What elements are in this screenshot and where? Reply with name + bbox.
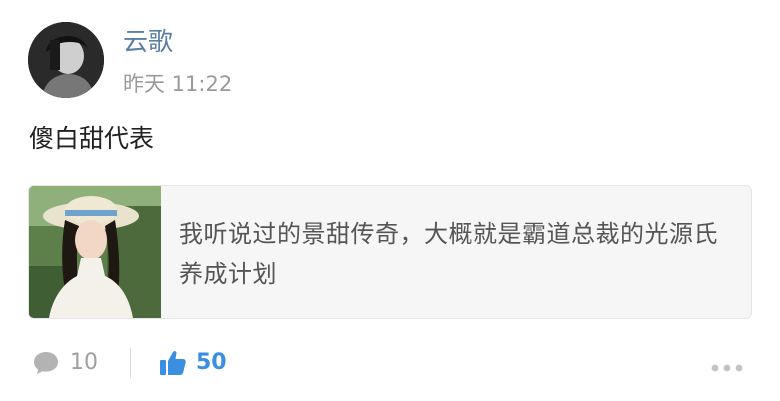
like-count[interactable]: 50 [196,349,227,377]
action-bar: 10 50 [0,340,780,386]
comment-bubble-icon[interactable] [32,350,60,380]
article-thumbnail [29,186,161,318]
post-text: 傻白甜代表 [29,124,155,153]
thumbs-up-icon[interactable] [158,348,188,382]
article-title: 我听说过的景甜传奇，大概就是霸道总裁的光源氏养成计划 [179,220,718,288]
more-dots-icon[interactable] [710,358,744,377]
shared-article-card[interactable]: 我听说过的景甜传奇，大概就是霸道总裁的光源氏养成计划 [28,185,752,319]
avatar-image [28,22,104,98]
username[interactable]: 云歌 [123,26,173,58]
avatar[interactable] [28,22,104,98]
action-divider [130,348,131,378]
timestamp: 昨天 11:22 [123,72,233,96]
comment-count[interactable]: 10 [70,349,98,377]
